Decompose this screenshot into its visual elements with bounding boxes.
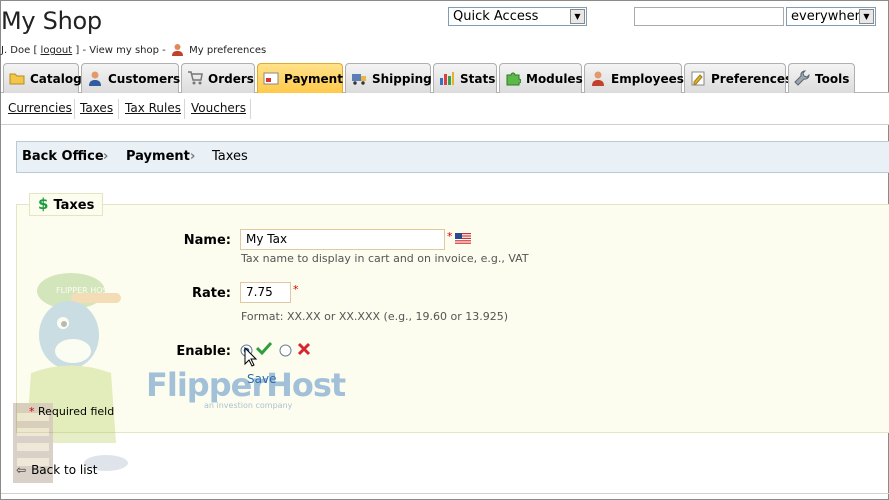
user-name: J. Doe [ xyxy=(1,45,38,56)
search-input[interactable] xyxy=(634,7,784,26)
tab-label: Tools xyxy=(815,72,850,86)
save-button[interactable]: Save xyxy=(247,372,276,386)
fieldset-legend: $ Taxes xyxy=(29,193,104,216)
brand-name: FlipperHost xyxy=(146,366,346,404)
tab-shipping[interactable]: Shipping xyxy=(345,63,432,93)
payment-icon xyxy=(263,67,279,85)
tab-catalog[interactable]: Catalog xyxy=(3,63,82,93)
subnav-divider xyxy=(184,99,185,119)
rate-label: Rate: xyxy=(191,286,231,301)
breadcrumb-back-office[interactable]: Back Office xyxy=(22,142,104,172)
wrench-icon xyxy=(794,67,810,86)
tab-label: Customers xyxy=(108,72,181,86)
footer-divider xyxy=(1,493,889,494)
required-star: * xyxy=(447,230,453,243)
tab-stats[interactable]: Stats xyxy=(433,63,497,93)
back-to-list-label: Back to list xyxy=(31,463,98,477)
view-shop-link[interactable]: ] - View my shop - xyxy=(75,45,165,56)
subnav-vouchers[interactable]: Vouchers xyxy=(191,101,246,115)
enable-no-radio[interactable] xyxy=(279,344,292,360)
subnav-tax-rules[interactable]: Tax Rules xyxy=(125,101,181,115)
back-to-list-link[interactable]: ⇦ Back to list xyxy=(16,463,98,477)
quick-access-select[interactable]: Quick Access ▼ xyxy=(448,7,587,26)
subnav-currencies[interactable]: Currencies xyxy=(8,101,72,115)
rate-input[interactable]: 7.75 xyxy=(240,282,291,303)
check-icon xyxy=(255,341,273,358)
tab-label: Preferences xyxy=(711,72,793,86)
shop-title: My Shop xyxy=(1,7,102,35)
chevron-right-icon: › xyxy=(103,149,109,164)
main-tab-bar: Catalog Customers Orders Payment Shippin… xyxy=(1,63,889,93)
quick-access-value: Quick Access xyxy=(453,9,539,24)
puzzle-icon xyxy=(505,67,522,86)
subnav-divider xyxy=(74,99,75,119)
tab-tools[interactable]: Tools xyxy=(788,63,855,93)
enable-label: Enable: xyxy=(176,344,231,359)
brand-watermark: FlipperHost an investion company xyxy=(146,366,346,410)
subnav-divider xyxy=(250,99,251,119)
required-field-text: Required field xyxy=(38,405,115,418)
tab-label: Stats xyxy=(460,72,496,86)
customer-icon xyxy=(87,67,103,86)
subnav-divider xyxy=(118,99,119,119)
tab-label: Payment xyxy=(284,72,343,86)
required-field-note: * Required field xyxy=(29,405,114,418)
mouse-cursor-icon xyxy=(244,346,258,370)
name-input[interactable]: My Tax xyxy=(240,229,445,250)
chevron-down-icon: ▼ xyxy=(570,9,585,24)
search-scope-value: everywhere xyxy=(791,9,868,24)
employee-icon xyxy=(590,67,606,86)
tab-customers[interactable]: Customers xyxy=(81,63,181,93)
tab-modules[interactable]: Modules xyxy=(499,63,583,93)
folder-icon xyxy=(9,67,25,85)
tab-label: Shipping xyxy=(372,72,432,86)
subnav-taxes[interactable]: Taxes xyxy=(80,101,113,115)
name-label: Name: xyxy=(183,233,231,248)
chart-icon xyxy=(439,67,455,85)
my-preferences-link[interactable]: My preferences xyxy=(189,45,266,56)
tab-orders[interactable]: Orders xyxy=(181,63,255,93)
search-scope-select[interactable]: everywhere ▼ xyxy=(786,7,876,26)
tab-preferences[interactable]: Preferences xyxy=(684,63,792,93)
user-info-line: J. Doe [ logout ] - View my shop - My pr… xyxy=(1,43,266,59)
legend-label: Taxes xyxy=(53,198,95,213)
breadcrumb: Back Office › Payment › Taxes xyxy=(16,141,889,173)
dollar-icon: $ xyxy=(38,195,49,213)
tab-label: Modules xyxy=(526,72,583,86)
truck-icon xyxy=(351,67,367,85)
tab-employees[interactable]: Employees xyxy=(584,63,684,93)
preferences-icon xyxy=(690,67,706,86)
logout-link[interactable]: logout xyxy=(41,45,73,56)
tab-label: Orders xyxy=(208,72,254,86)
arrow-left-icon: ⇦ xyxy=(16,463,27,477)
us-flag-icon[interactable] xyxy=(455,233,471,247)
cart-icon xyxy=(187,67,203,85)
sub-navigation: Currencies Taxes Tax Rules Vouchers xyxy=(1,93,889,125)
breadcrumb-current: Taxes xyxy=(212,149,248,164)
cap-text: FLIPPER HOST xyxy=(56,286,113,295)
required-star: * xyxy=(29,405,35,418)
name-hint: Tax name to display in cart and on invoi… xyxy=(241,252,529,265)
tab-label: Catalog xyxy=(30,72,82,86)
required-star: * xyxy=(293,283,299,296)
tab-label: Employees xyxy=(611,72,684,86)
breadcrumb-payment[interactable]: Payment xyxy=(126,142,190,172)
chevron-right-icon: › xyxy=(190,149,196,164)
tab-payment[interactable]: Payment xyxy=(257,63,343,93)
preferences-user-icon xyxy=(171,43,184,59)
cross-icon xyxy=(297,342,311,359)
rate-hint: Format: XX.XX or XX.XXX (e.g., 19.60 or … xyxy=(241,310,509,323)
chevron-down-icon: ▼ xyxy=(859,9,874,24)
